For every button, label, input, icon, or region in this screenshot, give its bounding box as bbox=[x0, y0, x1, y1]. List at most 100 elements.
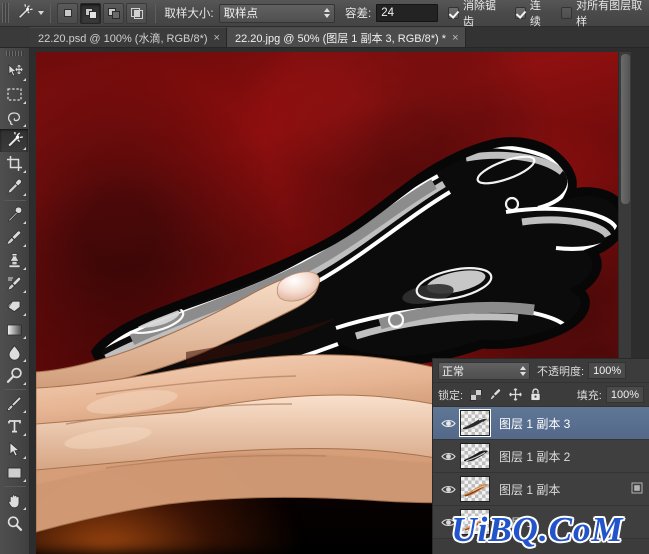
blend-mode-select[interactable]: 正常 bbox=[438, 362, 530, 380]
tool-type-tool[interactable] bbox=[0, 415, 28, 438]
anti-alias-label: 消除锯齿 bbox=[463, 0, 505, 29]
layer-thumbnail[interactable] bbox=[460, 476, 490, 502]
layer-visibility-eye-icon[interactable] bbox=[436, 418, 460, 429]
tolerance-label: 容差: bbox=[345, 5, 371, 21]
sample-size-spinner-icon[interactable] bbox=[324, 8, 330, 18]
tool-flyout-corner-icon bbox=[23, 507, 26, 510]
layer-name: 图层 1 副本 2 bbox=[499, 448, 570, 465]
tool-rectangle-shape-tool[interactable] bbox=[0, 461, 28, 484]
selection-mode-intersect-with-selection[interactable] bbox=[126, 3, 147, 24]
tool-flyout-corner-icon bbox=[23, 193, 26, 196]
tool-magic-wand-tool[interactable] bbox=[0, 129, 28, 152]
layer-row[interactable]: 图层 1 副本 3 bbox=[433, 407, 649, 440]
layer-visibility-eye-icon[interactable] bbox=[436, 484, 460, 495]
tool-flyout-corner-icon bbox=[23, 382, 26, 385]
tool-flyout-corner-icon bbox=[23, 221, 26, 224]
layer-row[interactable]: 图层 1 副本 2 bbox=[433, 440, 649, 473]
tool-flyout-corner-icon bbox=[23, 359, 26, 362]
document-tab-1[interactable]: 22.20.psd @ 100% (水滴, RGB/8*) × bbox=[30, 27, 227, 47]
document-tab-2[interactable]: 22.20.jpg @ 50% (图层 1 副本 3, RGB/8*) * × bbox=[227, 27, 466, 47]
tool-rectangular-marquee-tool[interactable] bbox=[0, 83, 28, 106]
layer-visibility-eye-icon[interactable] bbox=[436, 451, 460, 462]
tool-lasso-tool[interactable] bbox=[0, 106, 28, 129]
tool-pen-tool[interactable] bbox=[0, 392, 28, 415]
toolbox bbox=[0, 48, 30, 554]
tolerance-value: 24 bbox=[381, 7, 394, 19]
tool-flyout-corner-icon bbox=[23, 313, 26, 316]
fill-value[interactable]: 100% bbox=[606, 386, 644, 403]
lock-image-pixels-icon[interactable] bbox=[489, 388, 502, 401]
layer-name: 图层 1 副本 3 bbox=[499, 415, 570, 432]
lock-all-icon[interactable] bbox=[529, 388, 542, 401]
fill-label: 填充: bbox=[577, 387, 602, 403]
document-vertical-scrollbar-thumb[interactable] bbox=[621, 54, 630, 204]
sample-size-label: 取样大小: bbox=[164, 5, 213, 21]
selection-mode-new-selection[interactable] bbox=[57, 3, 78, 24]
tool-brush-tool[interactable] bbox=[0, 226, 28, 249]
sample-size-select[interactable]: 取样点 bbox=[219, 4, 335, 23]
layers-panel: 正常 不透明度: 100% 锁定: bbox=[432, 358, 649, 554]
options-bar-grip[interactable] bbox=[2, 3, 9, 23]
selection-mode-subtract-from-selection[interactable] bbox=[103, 3, 124, 24]
layer-blend-row: 正常 不透明度: 100% bbox=[433, 359, 649, 383]
document-tab-bar: 22.20.psd @ 100% (水滴, RGB/8*) × 22.20.jp… bbox=[0, 27, 649, 48]
blend-mode-spinner-icon[interactable] bbox=[520, 366, 526, 376]
toolbox-divider-1 bbox=[4, 200, 26, 201]
lock-position-icon[interactable] bbox=[509, 388, 522, 401]
tool-preset-chevron-down-icon[interactable] bbox=[38, 11, 44, 15]
tool-history-brush-tool[interactable] bbox=[0, 272, 28, 295]
document-tab-1-close-icon[interactable]: × bbox=[214, 32, 220, 44]
document-tab-1-title: 22.20.psd @ 100% (水滴, RGB/8*) bbox=[38, 30, 208, 46]
tool-spot-healing-brush-tool[interactable] bbox=[0, 203, 28, 226]
tool-hand-tool[interactable] bbox=[0, 489, 28, 512]
tool-flyout-corner-icon bbox=[23, 124, 26, 127]
tool-flyout-corner-icon bbox=[23, 336, 26, 339]
tool-path-selection-tool[interactable] bbox=[0, 438, 28, 461]
layer-mask-icon[interactable] bbox=[631, 482, 643, 497]
layer-thumbnail[interactable] bbox=[460, 443, 490, 469]
photoshop-window: 取样大小: 取样点 容差: 24 消除锯齿 连续 对所有图层取样 22.20.p… bbox=[0, 0, 649, 554]
layer-row[interactable]: 图层 1 副本 bbox=[433, 473, 649, 506]
toolbox-divider-2 bbox=[4, 389, 26, 390]
tool-zoom-tool[interactable] bbox=[0, 512, 28, 535]
anti-alias-check-icon bbox=[448, 7, 459, 19]
tolerance-input[interactable]: 24 bbox=[376, 4, 437, 22]
tool-flyout-corner-icon bbox=[23, 101, 26, 104]
current-tool-magic-wand-icon[interactable] bbox=[12, 2, 37, 24]
tool-flyout-corner-icon bbox=[23, 456, 26, 459]
layer-row[interactable]: 图层 1 bbox=[433, 506, 649, 539]
opacity-value[interactable]: 100% bbox=[588, 362, 626, 379]
layer-lock-row: 锁定: bbox=[433, 383, 649, 407]
tool-clone-stamp-tool[interactable] bbox=[0, 249, 28, 272]
tool-blur-tool[interactable] bbox=[0, 341, 28, 364]
lock-transparent-pixels-icon[interactable] bbox=[469, 388, 482, 401]
contiguous-check-icon bbox=[515, 7, 526, 19]
tool-eyedropper-tool[interactable] bbox=[0, 175, 28, 198]
tool-dodge-tool[interactable] bbox=[0, 364, 28, 387]
document-tab-2-close-icon[interactable]: × bbox=[452, 32, 458, 44]
tool-gradient-tool[interactable] bbox=[0, 318, 28, 341]
document-tab-2-title: 22.20.jpg @ 50% (图层 1 副本 3, RGB/8*) * bbox=[235, 30, 446, 46]
tool-crop-tool[interactable] bbox=[0, 152, 28, 175]
opacity-label: 不透明度: bbox=[537, 363, 584, 379]
layer-visibility-eye-icon[interactable] bbox=[436, 517, 460, 528]
contiguous-checkbox[interactable]: 连续 bbox=[515, 0, 551, 29]
sample-all-layers-checkbox[interactable]: 对所有图层取样 bbox=[561, 0, 649, 29]
toolbox-grip[interactable] bbox=[6, 51, 24, 56]
options-separator-1 bbox=[50, 4, 51, 23]
tab-bar-left-stub bbox=[0, 27, 30, 47]
tab-bar-spacer bbox=[466, 27, 649, 47]
tool-flyout-corner-icon bbox=[23, 410, 26, 413]
tool-move-tool[interactable] bbox=[0, 60, 28, 83]
lock-label: 锁定: bbox=[438, 387, 463, 403]
tool-flyout-corner-icon bbox=[23, 147, 26, 150]
selection-mode-add-to-selection[interactable] bbox=[80, 3, 101, 24]
layer-thumbnail[interactable] bbox=[460, 509, 490, 535]
anti-alias-checkbox[interactable]: 消除锯齿 bbox=[448, 0, 505, 29]
tool-flyout-corner-icon bbox=[23, 433, 26, 436]
tool-eraser-tool[interactable] bbox=[0, 295, 28, 318]
sample-size-value: 取样点 bbox=[224, 5, 259, 21]
tool-flyout-corner-icon bbox=[23, 290, 26, 293]
options-separator-2 bbox=[155, 4, 156, 23]
layer-thumbnail[interactable] bbox=[460, 410, 490, 436]
